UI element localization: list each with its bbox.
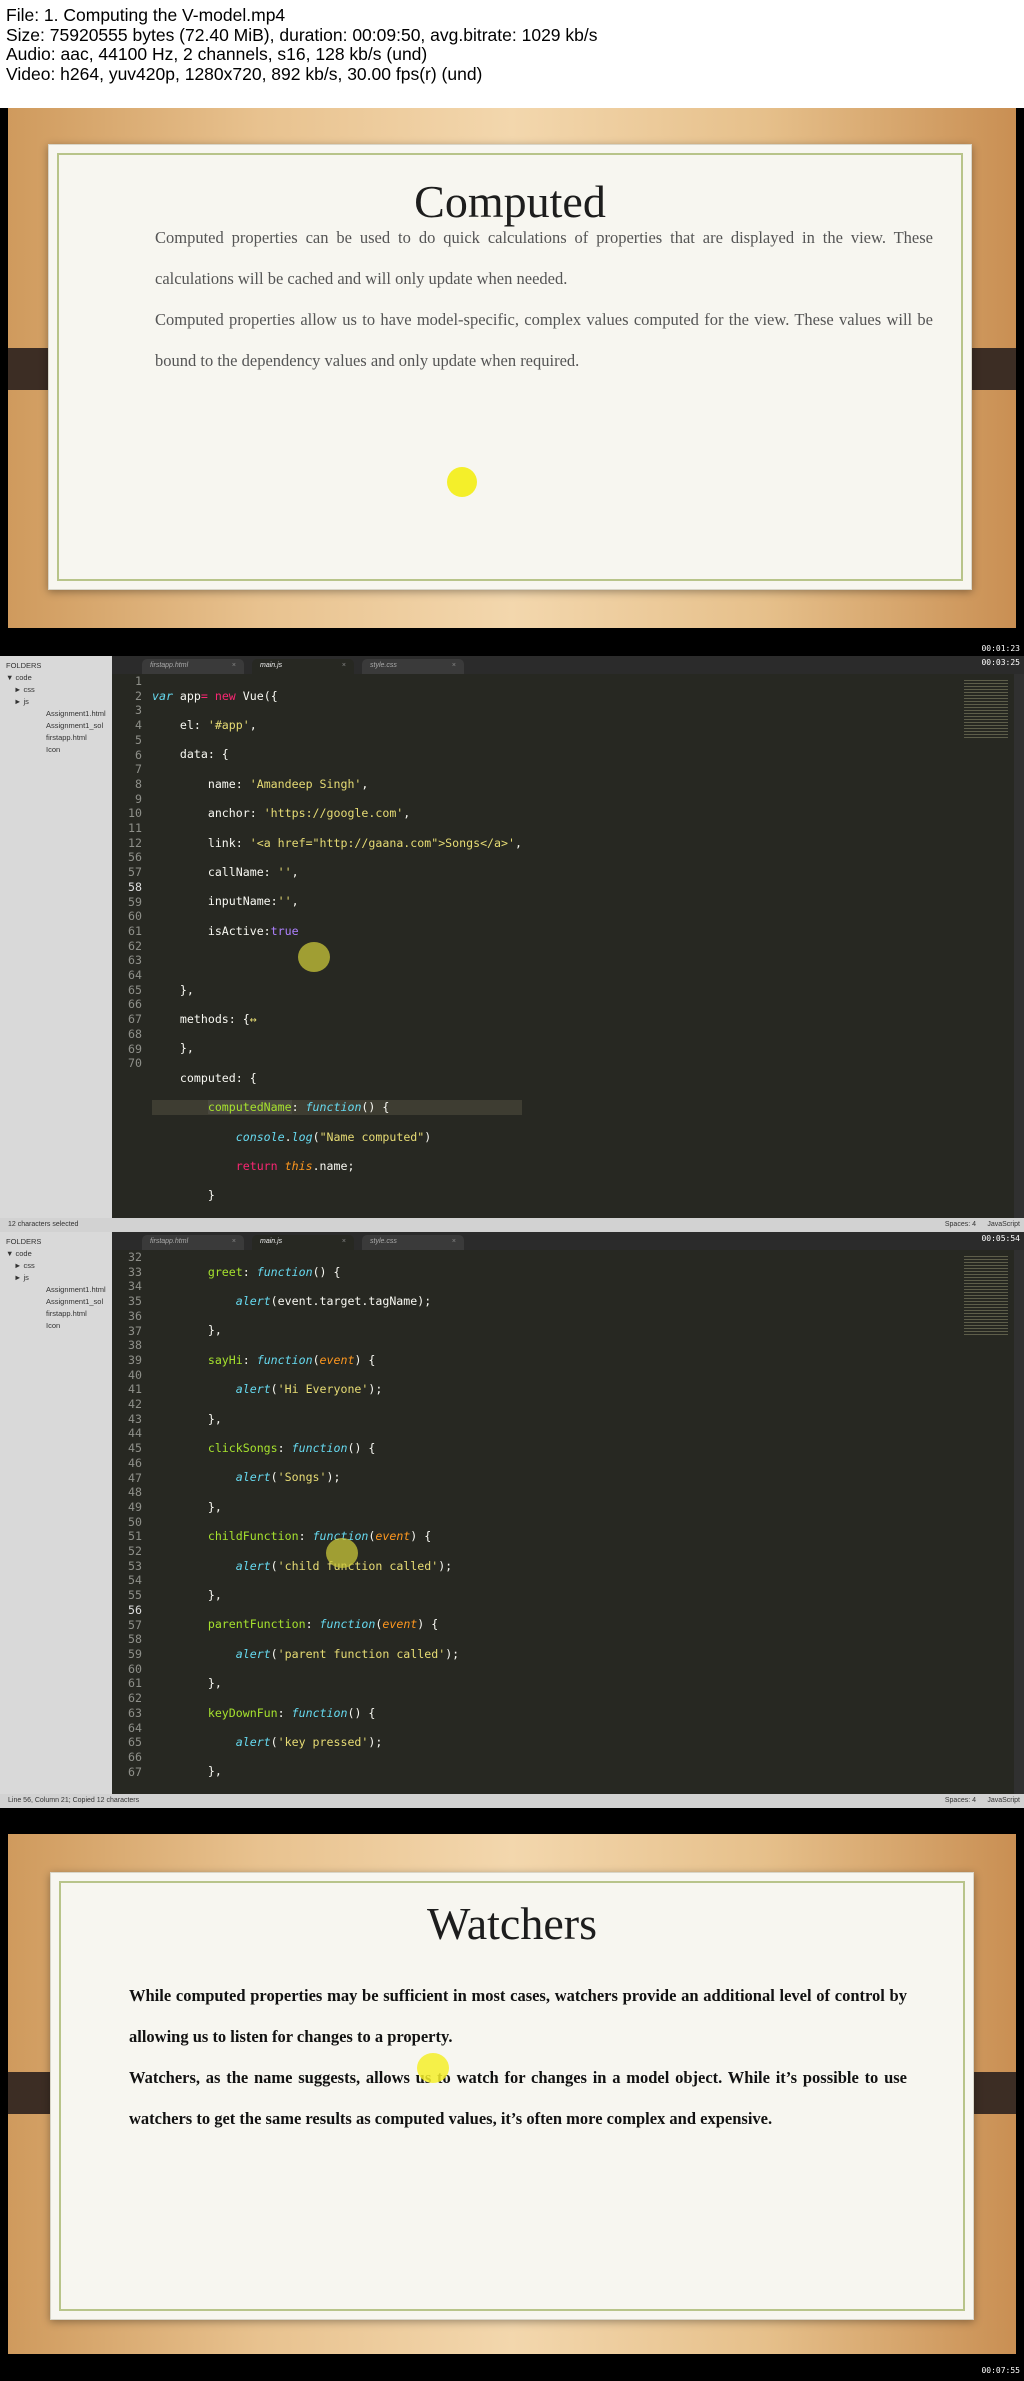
scrollbar[interactable] [1014,1250,1024,1794]
status-spaces[interactable]: Spaces: 4 [945,1221,976,1228]
tab-style-css[interactable]: style.css × [362,1235,464,1250]
frame-timestamp: 00:07:55 [981,2366,1020,2375]
folder-js[interactable]: ► js [6,696,112,708]
close-icon[interactable]: × [342,662,346,669]
close-icon[interactable]: × [452,662,456,669]
close-icon[interactable]: × [342,1238,346,1245]
slide-paper: Watchers While computed properties may b… [50,1872,974,2320]
paragraph-1: Computed properties can be used to do qu… [155,228,933,288]
cursor-highlight [326,1538,358,1568]
line-numbers: 1 2 3 4 5 6 7 8 9 10 11 12 56 57 58 59 60 61 62 63 64 65 66 67 6… [128,674,142,1071]
status-selection: 12 characters selected [8,1221,79,1228]
file-assignment1[interactable]: Assignment1.html [6,1284,112,1296]
paragraph-2: Computed properties allow us to have mod… [155,310,933,370]
tab-firstapp[interactable]: firstapp.html × [142,1235,244,1250]
file-assignment1-sol[interactable]: Assignment1_sol [6,1296,112,1308]
video-line: Video: h264, yuv420p, 1280x720, 892 kb/s… [6,63,483,84]
file-firstapp[interactable]: firstapp.html [6,1308,112,1320]
frame-timestamp: 00:01:23 [981,644,1020,653]
cursor-highlight [298,942,330,972]
audio-line: Audio: aac, 44100 Hz, 2 channels, s16, 1… [6,44,428,64]
folder-css[interactable]: ► css [6,684,112,696]
file-assignment1[interactable]: Assignment1.html [6,708,112,720]
editor-tabs: firstapp.html × main.js × style.css × [112,1232,1024,1250]
frame-editor-1: FOLDERS ▼ code ► css ► js Assignment1.ht… [0,656,1024,1232]
tab-main-js[interactable]: main.js × [252,659,354,674]
frame-editor-2: FOLDERS ▼ code ► css ► js Assignment1.ht… [0,1232,1024,1808]
tab-style-css[interactable]: style.css × [362,659,464,674]
editor-tabs: firstapp.html × main.js × style.css × [112,656,1024,674]
status-spaces[interactable]: Spaces: 4 [945,1797,976,1804]
folder-code[interactable]: ▼ code [6,672,112,684]
status-language[interactable]: JavaScript [987,1797,1020,1804]
code-area[interactable]: greet: function() { alert(event.target.t… [152,1250,508,1808]
status-bar: Line 56, Column 21; Copied 12 characters… [0,1794,1024,1808]
slide-title: Watchers [427,1898,597,1949]
code-area[interactable]: var app= new Vue({ el: '#app', data: { n… [152,674,522,1232]
frame-timestamp: 00:03:25 [981,658,1020,667]
file-firstapp[interactable]: firstapp.html [6,732,112,744]
slide-paper: Computed Computed properties can be used… [48,144,972,590]
minimap[interactable] [964,1256,1008,1336]
scrollbar[interactable] [1014,674,1024,1218]
frame-watchers-slide: Watchers While computed properties may b… [0,1808,1024,2381]
folders-label: FOLDERS [6,1237,42,1246]
status-language[interactable]: JavaScript [987,1221,1020,1228]
cursor-highlight [417,2053,449,2083]
close-icon[interactable]: × [232,1238,236,1245]
folder-js[interactable]: ► js [6,1272,112,1284]
video-info-header: File: 1. Computing the V-model.mp4 Size:… [0,0,1024,108]
status-cursor-position: Line 56, Column 21; Copied 12 characters [8,1797,140,1804]
frame-computed-slide: Computed Computed properties can be used… [0,108,1024,656]
line-numbers: 32 33 34 35 36 37 38 39 40 41 42 43 44 45 46 47 48 49 50 51… [128,1250,142,1779]
folders-label: FOLDERS [6,661,42,670]
file-sidebar: FOLDERS ▼ code ► css ► js Assignment1.ht… [0,1232,112,1794]
cursor-highlight [447,467,477,497]
folder-code[interactable]: ▼ code [6,1248,112,1260]
slide-body: While computed properties may be suffici… [129,1975,907,2139]
tab-main-js[interactable]: main.js × [252,1235,354,1250]
file-icon[interactable]: Icon [6,744,112,756]
file-line: File: 1. Computing the V-model.mp4 [6,5,286,25]
minimap[interactable] [964,680,1008,740]
status-bar: 12 characters selected Spaces: 4 JavaScr… [0,1218,1024,1232]
frame-timestamp: 00:05:54 [981,1234,1020,1243]
tab-firstapp[interactable]: firstapp.html × [142,659,244,674]
paragraph-1: While computed properties may be suffici… [129,1986,907,2046]
close-icon[interactable]: × [232,662,236,669]
file-sidebar: FOLDERS ▼ code ► css ► js Assignment1.ht… [0,656,112,1218]
folder-css[interactable]: ► css [6,1260,112,1272]
file-icon[interactable]: Icon [6,1320,112,1332]
close-icon[interactable]: × [452,1238,456,1245]
size-line: Size: 75920555 bytes (72.40 MiB), durati… [6,24,598,45]
paragraph-2: Watchers, as the name suggests, allows u… [129,2068,907,2128]
file-assignment1-sol[interactable]: Assignment1_sol [6,720,112,732]
slide-body: Computed properties can be used to do qu… [155,217,933,381]
